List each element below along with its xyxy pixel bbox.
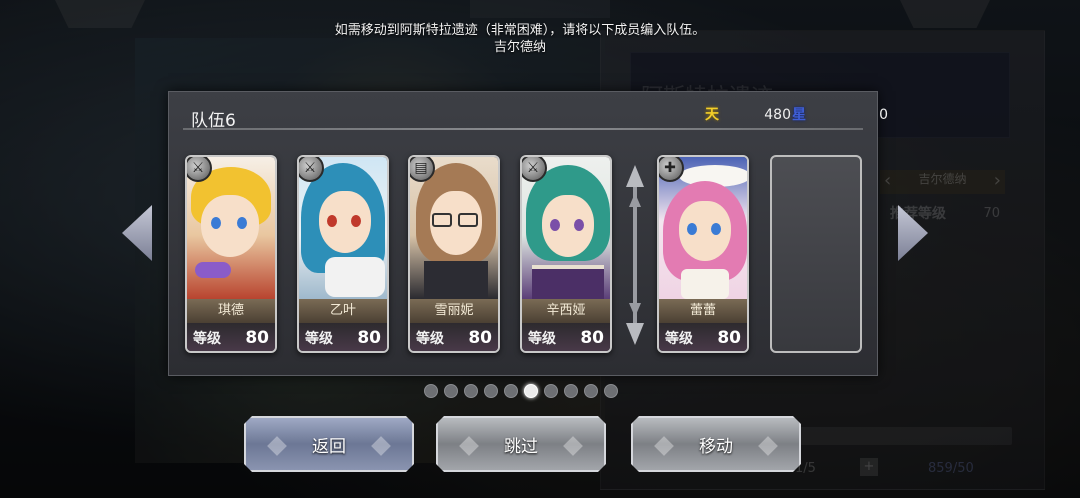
member-level: 等级 80 [187,323,275,351]
member-name: 蕾蕾 [659,299,747,323]
level-label: 等级 [193,331,221,347]
member-card[interactable]: ✚ 蕾蕾 等级 80 [657,155,749,353]
member-card[interactable]: ⚔ 乙叶 等级 80 [297,155,389,353]
page-dot[interactable] [504,384,518,398]
currency-star-value: 0 [879,107,888,123]
level-value: 80 [580,328,604,348]
page-dot[interactable] [444,384,458,398]
level-label: 等级 [665,331,693,347]
title-divider [183,128,863,130]
level-label: 等级 [528,331,556,347]
level-label: 等级 [416,331,444,347]
requirement-text: 如需移动到阿斯特拉遗迹（非常困难），请将以下成员编入队伍。 [334,23,706,38]
page-dot[interactable] [584,384,598,398]
page-dot[interactable] [484,384,498,398]
level-value: 80 [245,328,269,348]
page-dot[interactable] [604,384,618,398]
page-dot[interactable] [544,384,558,398]
member-name: 琪德 [187,299,275,323]
currency-star: 星 0 [790,106,888,124]
required-member-name: 吉尔德纳 [493,40,546,55]
page-dot[interactable] [564,384,578,398]
requirement-message: 如需移动到阿斯特拉遗迹（非常困难），请将以下成员编入队伍。 吉尔德纳 [290,22,750,56]
currency-sky-value: 480 [764,107,791,123]
skip-button[interactable]: 跳过 [436,416,606,472]
member-name: 辛西娅 [522,299,610,323]
member-name: 乙叶 [299,299,387,323]
member-level: 等级 80 [659,323,747,351]
level-value: 80 [468,328,492,348]
member-name: 雪丽妮 [410,299,498,323]
team-panel: 队伍6 天 480 星 0 ⚔ 琪德 等级 80 ⚔ 乙叶 等级 80 ▤ 雪丽… [168,91,888,376]
member-card[interactable]: ⚔ 辛西娅 等级 80 [520,155,612,353]
page-dot[interactable] [464,384,478,398]
page-dot[interactable] [424,384,438,398]
level-value: 80 [717,328,741,348]
level-value: 80 [357,328,381,348]
move-button[interactable]: 移动 [631,416,801,472]
team-pagination [424,384,618,398]
page-dot-active[interactable] [524,384,538,398]
sky-glyph-icon: 天 [705,107,719,123]
member-card[interactable]: ⚔ 琪德 等级 80 [185,155,277,353]
empty-member-slot[interactable] [770,155,862,353]
member-level: 等级 80 [410,323,498,351]
level-label: 等级 [305,331,333,347]
back-button[interactable]: 返回 [244,416,414,472]
currency-sky: 天 480 [703,106,791,124]
swap-arrows-icon[interactable] [624,165,646,345]
member-level: 等级 80 [522,323,610,351]
member-card[interactable]: ▤ 雪丽妮 等级 80 [408,155,500,353]
member-level: 等级 80 [299,323,387,351]
star-glyph-icon: 星 [792,107,806,123]
